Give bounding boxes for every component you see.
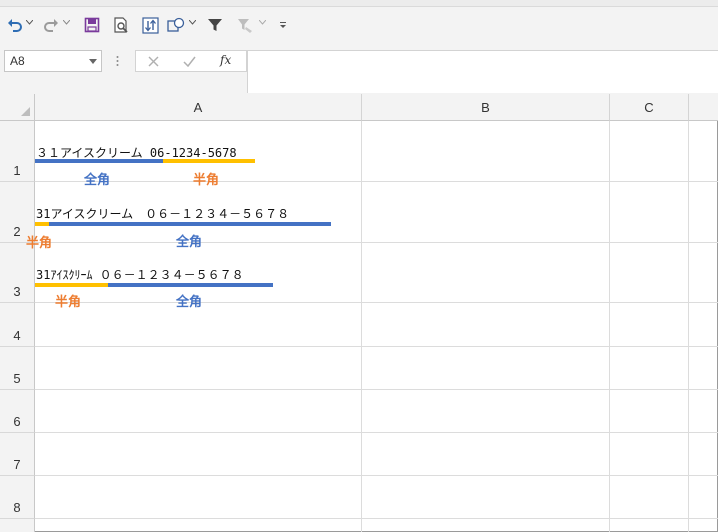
formula-buttons: fx (135, 50, 247, 72)
undo-button[interactable] (6, 14, 24, 36)
gridline (35, 389, 718, 390)
row-header-7[interactable]: 7 (0, 433, 35, 476)
hankaku-underline (35, 283, 108, 287)
zenkaku-label: 全角 (176, 235, 203, 250)
hankaku-underline (163, 159, 255, 163)
hankaku-underline (35, 222, 49, 226)
zenkaku-label: 全角 (176, 295, 203, 310)
shapes-dropdown-icon[interactable] (189, 20, 196, 25)
insert-function-button[interactable]: fx (220, 53, 231, 67)
gridline (35, 346, 718, 347)
clear-filter-button[interactable] (234, 14, 254, 36)
gridline (35, 302, 718, 303)
column-header-a[interactable]: A (35, 94, 362, 121)
shapes-button[interactable] (166, 14, 186, 36)
column-header-b[interactable]: B (362, 94, 610, 121)
name-box[interactable]: A8 (4, 50, 102, 72)
filter-icon (208, 19, 222, 31)
hankaku-label: 半角 (26, 236, 53, 251)
row-header-6[interactable]: 6 (0, 390, 35, 433)
gridline (35, 181, 718, 182)
row-header-1[interactable]: 1 (0, 121, 35, 182)
ribbon-edge (0, 0, 718, 7)
gridline (35, 242, 718, 243)
sort-icon (141, 16, 159, 34)
row-header-9[interactable] (0, 519, 35, 532)
zenkaku-underline (108, 283, 273, 287)
undo-icon (8, 19, 22, 32)
cell-a2[interactable]: 31アイスクリーム ０６－１２３４－５６７８ (36, 205, 289, 222)
save-button[interactable] (82, 14, 102, 36)
redo-icon (44, 19, 58, 32)
hankaku-label: 半角 (55, 295, 82, 310)
customize-toolbar-icon (280, 22, 286, 28)
column-header-d[interactable] (689, 94, 718, 121)
clear-filter-dropdown-icon[interactable] (259, 20, 266, 25)
sort-button[interactable] (140, 14, 160, 36)
name-box-value: A8 (10, 54, 25, 68)
redo-button[interactable] (42, 14, 60, 36)
cell-a3[interactable]: 31ｱｲｽｸﾘｰﾑ ０６－１２３４－５６７８ (36, 266, 244, 283)
zenkaku-underline (35, 159, 163, 163)
select-all-corner[interactable] (0, 94, 35, 121)
undo-dropdown-icon[interactable] (26, 20, 33, 25)
customize-toolbar-button[interactable] (276, 14, 290, 36)
gridline (361, 121, 362, 532)
formula-input[interactable] (247, 50, 718, 93)
row-header-3[interactable]: 3 (0, 243, 35, 303)
more-options-icon[interactable] (116, 55, 119, 67)
gridline (609, 121, 610, 532)
chevron-down-icon[interactable] (89, 59, 97, 64)
gridline (688, 121, 689, 532)
gridline (35, 475, 718, 476)
formula-bar: A8 fx (0, 46, 718, 95)
hankaku-label: 半角 (193, 173, 220, 188)
clear-filter-icon (237, 18, 252, 33)
gridline (35, 518, 718, 519)
gridline (35, 432, 718, 433)
enter-icon[interactable] (183, 56, 196, 67)
save-icon (84, 17, 100, 33)
select-all-icon (21, 107, 30, 116)
zenkaku-underline (49, 222, 331, 226)
redo-dropdown-icon[interactable] (63, 20, 70, 25)
row-header-5[interactable]: 5 (0, 347, 35, 390)
filter-button[interactable] (205, 14, 225, 36)
zenkaku-label: 全角 (84, 173, 111, 188)
quick-access-toolbar (0, 0, 718, 47)
print-preview-icon (113, 16, 128, 33)
cancel-icon[interactable] (148, 56, 159, 67)
shapes-icon (167, 17, 185, 32)
row-header-4[interactable]: 4 (0, 303, 35, 347)
print-preview-button[interactable] (111, 14, 131, 36)
row-header-8[interactable]: 8 (0, 476, 35, 519)
column-header-c[interactable]: C (610, 94, 689, 121)
